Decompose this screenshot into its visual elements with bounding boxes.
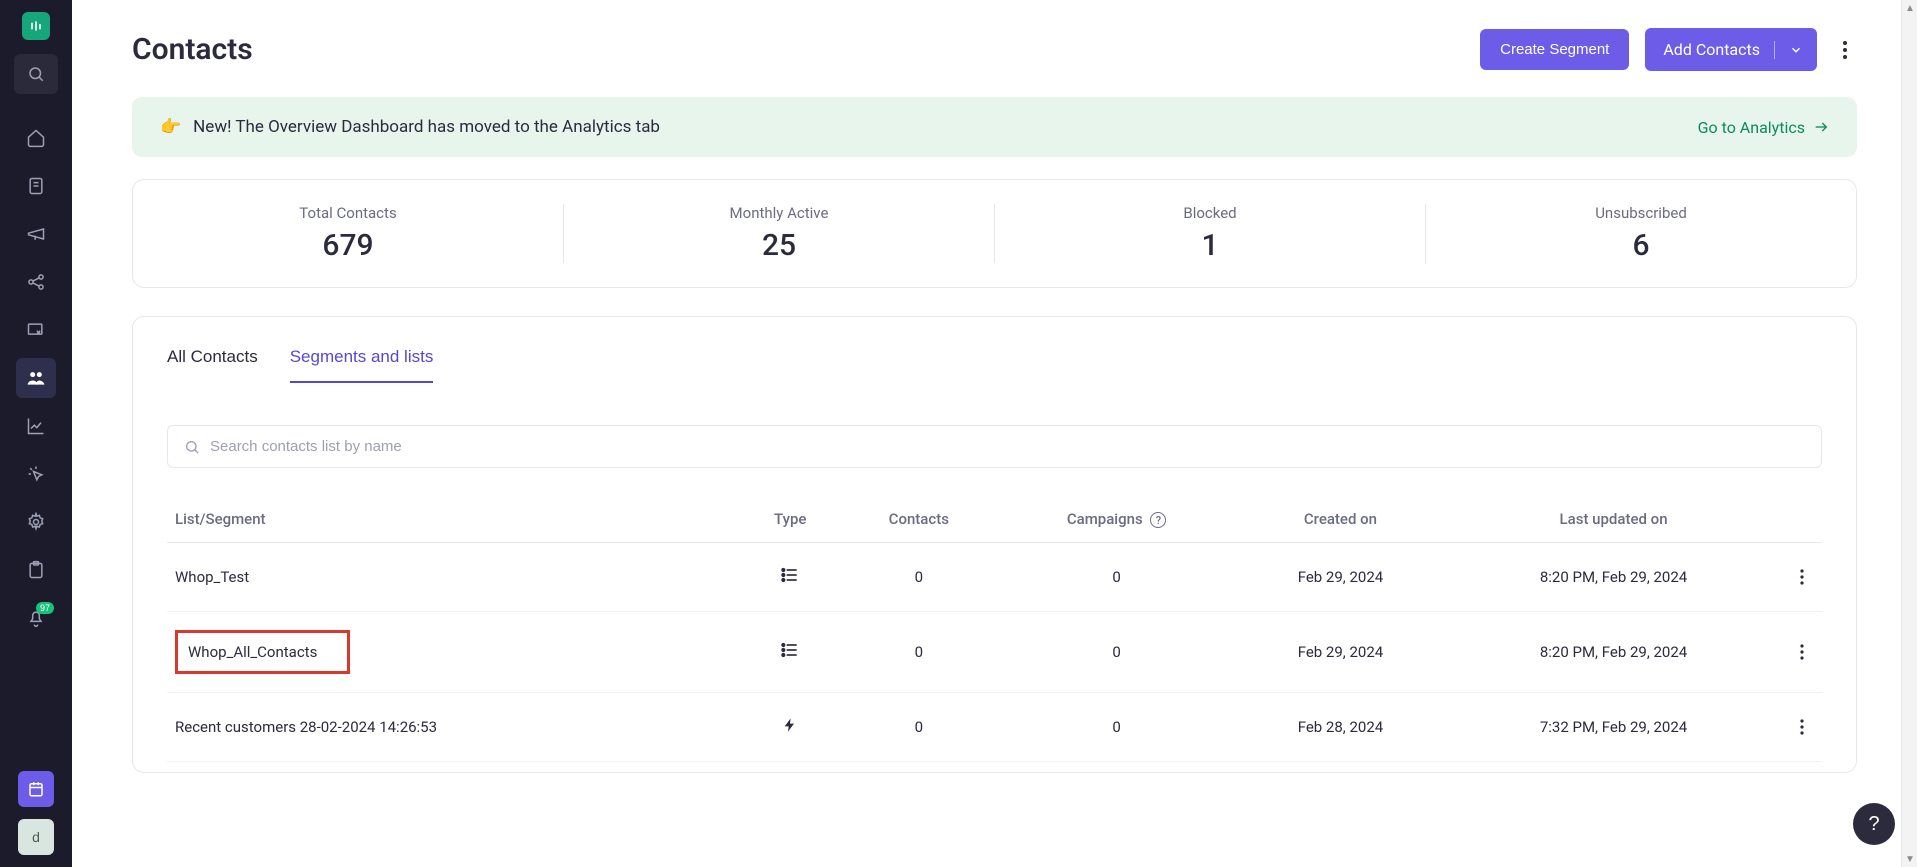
column-last-updated: Last updated on: [1445, 496, 1782, 543]
segments-table: List/Segment Type Contacts Campaigns ? C…: [167, 496, 1822, 762]
pointing-hand-icon: 👉: [160, 117, 181, 137]
scroll-down-arrow[interactable]: ▼: [1902, 851, 1917, 867]
stat-value: 1: [995, 228, 1425, 263]
stat-value: 25: [564, 228, 994, 263]
sidebar-item-analytics[interactable]: [16, 406, 56, 446]
sidebar-item-share[interactable]: [16, 262, 56, 302]
add-contacts-split-button: Add Contacts: [1645, 28, 1817, 71]
banner-link-label: Go to Analytics: [1698, 118, 1805, 137]
sidebar-user-avatar[interactable]: d: [18, 819, 54, 855]
tab-all-contacts[interactable]: All Contacts: [167, 347, 258, 383]
stat-value: 679: [133, 228, 563, 263]
row-name[interactable]: Whop_All_Contacts: [175, 630, 350, 674]
row-created-on: Feb 29, 2024: [1236, 543, 1445, 612]
row-contacts: 0: [840, 543, 997, 612]
add-contacts-caret[interactable]: [1775, 31, 1817, 69]
row-contacts: 0: [840, 612, 997, 693]
table-row: Recent customers 28-02-2024 14:26:5300Fe…: [167, 693, 1822, 762]
add-contacts-button[interactable]: Add Contacts: [1645, 28, 1774, 71]
row-actions-button[interactable]: [1790, 561, 1814, 593]
stat-label: Monthly Active: [564, 204, 994, 222]
column-actions: [1782, 496, 1822, 543]
main-content: Contacts Create Segment Add Contacts 👉 N…: [72, 0, 1917, 867]
row-actions-button[interactable]: [1790, 636, 1814, 668]
row-created-on: Feb 29, 2024: [1236, 612, 1445, 693]
sidebar-item-popup[interactable]: [16, 310, 56, 350]
user-initial: d: [32, 829, 40, 845]
row-last-updated: 7:32 PM, Feb 29, 2024: [1445, 693, 1782, 762]
column-campaigns: Campaigns ?: [997, 496, 1235, 543]
scrollbar-track[interactable]: ▲ ▼: [1901, 0, 1917, 867]
page-header: Contacts Create Segment Add Contacts: [132, 28, 1857, 71]
list-icon: [780, 640, 800, 660]
row-campaigns: 0: [997, 612, 1235, 693]
row-campaigns: 0: [997, 543, 1235, 612]
sidebar-item-content[interactable]: [16, 166, 56, 206]
notification-badge: 97: [36, 602, 54, 614]
stat-total-contacts: Total Contacts 679: [133, 204, 564, 263]
stat-label: Total Contacts: [133, 204, 563, 222]
row-last-updated: 8:20 PM, Feb 29, 2024: [1445, 543, 1782, 612]
sidebar-item-clipboard[interactable]: [16, 550, 56, 590]
tab-segments-lists[interactable]: Segments and lists: [290, 347, 434, 383]
header-actions: Create Segment Add Contacts: [1480, 28, 1857, 71]
analytics-banner: 👉 New! The Overview Dashboard has moved …: [132, 97, 1857, 157]
search-input-wrap: [167, 425, 1822, 468]
page-title: Contacts: [132, 32, 253, 67]
bolt-icon: [782, 715, 798, 735]
help-icon[interactable]: ?: [1150, 512, 1166, 528]
create-segment-button[interactable]: Create Segment: [1480, 29, 1629, 70]
table-row: Whop_Test00Feb 29, 20248:20 PM, Feb 29, …: [167, 543, 1822, 612]
column-type: Type: [740, 496, 840, 543]
table-row: Whop_All_Contacts00Feb 29, 20248:20 PM, …: [167, 612, 1822, 693]
sidebar-item-home[interactable]: [16, 118, 56, 158]
row-name[interactable]: Recent customers 28-02-2024 14:26:53: [175, 718, 437, 736]
row-created-on: Feb 28, 2024: [1236, 693, 1445, 762]
sidebar-calendar-button[interactable]: [18, 771, 54, 807]
stats-card: Total Contacts 679 Monthly Active 25 Blo…: [132, 179, 1857, 288]
go-to-analytics-link[interactable]: Go to Analytics: [1698, 118, 1829, 137]
stat-label: Blocked: [995, 204, 1425, 222]
column-campaigns-label: Campaigns: [1067, 510, 1143, 528]
stat-blocked: Blocked 1: [995, 204, 1426, 263]
segments-table-card: All Contacts Segments and lists List/Seg…: [132, 316, 1857, 773]
column-list-segment: List/Segment: [167, 496, 740, 543]
scroll-up-arrow[interactable]: ▲: [1902, 0, 1917, 16]
column-contacts: Contacts: [840, 496, 997, 543]
sidebar-item-contacts[interactable]: [16, 358, 56, 398]
row-last-updated: 8:20 PM, Feb 29, 2024: [1445, 612, 1782, 693]
search-input[interactable]: [210, 438, 1805, 455]
row-name[interactable]: Whop_Test: [175, 568, 249, 586]
stat-label: Unsubscribed: [1426, 204, 1856, 222]
stat-unsubscribed: Unsubscribed 6: [1426, 204, 1856, 263]
stat-monthly-active: Monthly Active 25: [564, 204, 995, 263]
help-fab-button[interactable]: ?: [1853, 803, 1895, 845]
search-icon: [184, 439, 200, 455]
app-logo[interactable]: [22, 12, 50, 40]
stat-value: 6: [1426, 228, 1856, 263]
row-contacts: 0: [840, 693, 997, 762]
sidebar-item-settings[interactable]: [16, 502, 56, 542]
row-campaigns: 0: [997, 693, 1235, 762]
sidebar-item-click[interactable]: [16, 454, 56, 494]
sidebar-search-button[interactable]: [14, 54, 58, 94]
sidebar-item-notifications[interactable]: 97: [16, 598, 56, 638]
sidebar-item-campaigns[interactable]: [16, 214, 56, 254]
sidebar: 97 d: [0, 0, 72, 867]
tabs: All Contacts Segments and lists: [167, 347, 1822, 383]
search-row: [167, 425, 1822, 468]
row-actions-button[interactable]: [1790, 711, 1814, 743]
banner-text: New! The Overview Dashboard has moved to…: [193, 117, 660, 137]
list-icon: [780, 565, 800, 585]
more-actions-button[interactable]: [1833, 34, 1857, 66]
column-created-on: Created on: [1236, 496, 1445, 543]
